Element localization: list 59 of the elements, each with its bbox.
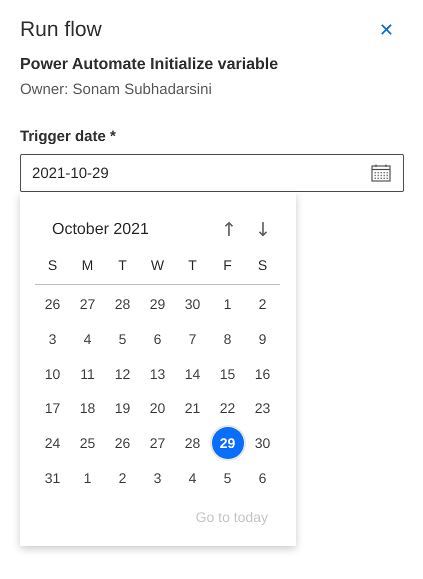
calendar-day[interactable]: 1	[72, 462, 104, 494]
calendar-day[interactable]: 4	[72, 323, 104, 356]
calendar-day[interactable]: 12	[106, 358, 138, 390]
calendar-day[interactable]: 11	[72, 358, 104, 390]
calendar-day[interactable]: 4	[176, 462, 208, 494]
calendar-day[interactable]: 1	[212, 288, 244, 320]
calendar-day[interactable]: 26	[36, 288, 68, 320]
weekday-header: T	[187, 257, 198, 273]
calendar-day[interactable]: 27	[142, 427, 174, 460]
weekday-header: F	[222, 257, 233, 273]
calendar-day[interactable]: 6	[246, 462, 278, 494]
next-month-button[interactable]: ↓	[246, 219, 280, 241]
calendar-day[interactable]: 22	[212, 392, 244, 424]
calendar-day[interactable]: 17	[36, 392, 68, 424]
calendar-day[interactable]: 19	[106, 392, 138, 424]
calendar-day[interactable]: 15	[212, 358, 244, 390]
calendar-day[interactable]: 23	[246, 392, 278, 424]
calendar-day[interactable]: 13	[142, 358, 174, 390]
previous-month-button[interactable]: ↑	[212, 219, 246, 241]
weekday-header: W	[150, 257, 166, 273]
calendar-day[interactable]: 24	[36, 427, 68, 460]
calendar-day[interactable]: 29	[142, 288, 174, 320]
calendar-day[interactable]: 14	[176, 358, 208, 390]
calendar-day[interactable]: 7	[176, 323, 208, 356]
weekday-header: S	[46, 257, 58, 273]
calendar-day[interactable]: 26	[106, 427, 138, 460]
owner-text: Owner: Sonam Subhadarsini	[20, 81, 213, 98]
calendar-day[interactable]: 25	[72, 427, 104, 460]
calendar-day[interactable]: 28	[106, 288, 138, 320]
calendar-day[interactable]: 5	[106, 323, 138, 356]
date-field[interactable]: 2021-10-29	[20, 154, 404, 192]
close-button[interactable]: ✕	[378, 20, 404, 40]
calendar-day[interactable]: 9	[246, 323, 278, 356]
calendar-day[interactable]: 5	[212, 462, 244, 494]
calendar-icon[interactable]	[371, 164, 391, 182]
weekday-header: M	[80, 257, 94, 273]
calendar-day[interactable]: 3	[36, 323, 68, 356]
calendar-day[interactable]: 16	[246, 358, 278, 390]
weekday-header: T	[117, 257, 128, 273]
panel-title: Run flow	[20, 18, 102, 42]
calendar-day[interactable]: 10	[36, 358, 68, 390]
weekday-header: S	[256, 257, 268, 273]
calendar-day[interactable]: 30	[246, 427, 278, 460]
calendar-day[interactable]: 28	[176, 427, 208, 460]
calendar-day[interactable]: 8	[212, 323, 244, 356]
calendar-day[interactable]: 27	[72, 288, 104, 320]
calendar-day[interactable]: 6	[142, 323, 174, 356]
flow-name: Power Automate Initialize variable	[20, 56, 280, 74]
calendar-day[interactable]: 2	[106, 462, 138, 494]
calendar-day[interactable]: 31	[36, 462, 68, 494]
calendar-day[interactable]: 30	[176, 288, 208, 320]
calendar-day[interactable]: 18	[72, 392, 104, 424]
calendar-day[interactable]: 29	[212, 427, 244, 460]
calendar-day[interactable]: 2	[246, 288, 278, 320]
calendar-day[interactable]: 21	[176, 392, 208, 424]
calendar-day[interactable]: 3	[142, 462, 174, 494]
field-label: Trigger date *	[20, 128, 117, 145]
calendar-day[interactable]: 20	[142, 392, 174, 424]
month-title: October 2021	[52, 221, 150, 239]
